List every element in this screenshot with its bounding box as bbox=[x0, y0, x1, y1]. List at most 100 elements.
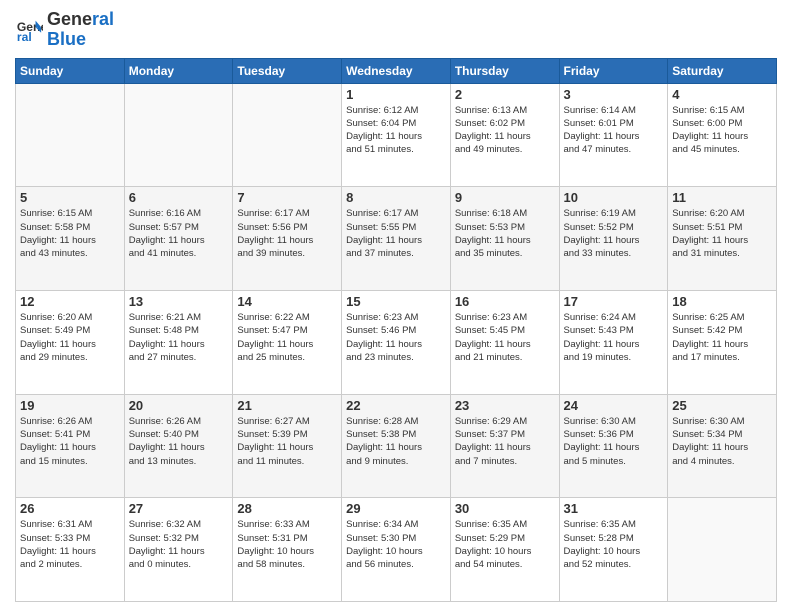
day-number: 8 bbox=[346, 190, 446, 205]
header-row: Sunday Monday Tuesday Wednesday Thursday… bbox=[16, 58, 777, 83]
day-info: Sunrise: 6:26 AM Sunset: 5:41 PM Dayligh… bbox=[20, 415, 120, 468]
day-number: 19 bbox=[20, 398, 120, 413]
calendar-cell: 23Sunrise: 6:29 AM Sunset: 5:37 PM Dayli… bbox=[450, 394, 559, 498]
day-number: 7 bbox=[237, 190, 337, 205]
day-info: Sunrise: 6:15 AM Sunset: 6:00 PM Dayligh… bbox=[672, 104, 772, 157]
calendar-cell: 18Sunrise: 6:25 AM Sunset: 5:42 PM Dayli… bbox=[668, 290, 777, 394]
day-info: Sunrise: 6:17 AM Sunset: 5:56 PM Dayligh… bbox=[237, 207, 337, 260]
calendar-cell: 10 Sunrise: 6:19 AM Sunset: 5:52 PM Dayli… bbox=[559, 187, 668, 291]
col-thursday: Thursday bbox=[450, 58, 559, 83]
calendar-cell: 27Sunrise: 6:32 AM Sunset: 5:32 PM Dayli… bbox=[124, 498, 233, 602]
day-info: Sunrise: 6:19 AM Sunset: 5:52 PM Dayligh… bbox=[564, 207, 664, 260]
day-number: 1 bbox=[346, 87, 446, 102]
calendar-cell: 29 Sunrise: 6:34 AM Sunset: 5:30 PM Dayli… bbox=[342, 498, 451, 602]
calendar-cell: 25Sunrise: 6:30 AM Sunset: 5:34 PM Dayli… bbox=[668, 394, 777, 498]
day-info: Sunrise: 6:28 AM Sunset: 5:38 PM Dayligh… bbox=[346, 415, 446, 468]
calendar-cell: 9 Sunrise: 6:18 AM Sunset: 5:53 PM Daylig… bbox=[450, 187, 559, 291]
calendar-cell: 31 Sunrise: 6:35 AM Sunset: 5:28 PM Dayli… bbox=[559, 498, 668, 602]
day-number: 13 bbox=[129, 294, 229, 309]
day-number: 5 bbox=[20, 190, 120, 205]
calendar-cell: 30 Sunrise: 6:35 AM Sunset: 5:29 PM Dayli… bbox=[450, 498, 559, 602]
calendar-cell: 4 Sunrise: 6:15 AM Sunset: 6:00 PM Daylig… bbox=[668, 83, 777, 187]
day-number: 6 bbox=[129, 190, 229, 205]
calendar-cell: 15 Sunrise: 6:23 AM Sunset: 5:46 PM Dayli… bbox=[342, 290, 451, 394]
day-info: Sunrise: 6:35 AM Sunset: 5:28 PM Dayligh… bbox=[564, 518, 664, 571]
calendar-row: 5 Sunrise: 6:15 AM Sunset: 5:58 PM Daylig… bbox=[16, 187, 777, 291]
day-number: 11 bbox=[672, 190, 772, 205]
col-saturday: Saturday bbox=[668, 58, 777, 83]
day-info: Sunrise: 6:33 AM Sunset: 5:31 PM Dayligh… bbox=[237, 518, 337, 571]
day-number: 30 bbox=[455, 501, 555, 516]
calendar-cell bbox=[16, 83, 125, 187]
day-info: Sunrise: 6:26 AM Sunset: 5:40 PM Dayligh… bbox=[129, 415, 229, 468]
calendar-cell: 6 Sunrise: 6:16 AM Sunset: 5:57 PM Daylig… bbox=[124, 187, 233, 291]
day-info: Sunrise: 6:22 AM Sunset: 5:47 PM Dayligh… bbox=[237, 311, 337, 364]
logo-icon: Gene ral bbox=[15, 16, 43, 44]
calendar-cell: 16 Sunrise: 6:23 AM Sunset: 5:45 PM Dayli… bbox=[450, 290, 559, 394]
calendar-cell: 7 Sunrise: 6:17 AM Sunset: 5:56 PM Daylig… bbox=[233, 187, 342, 291]
day-number: 17 bbox=[564, 294, 664, 309]
day-info: Sunrise: 6:20 AM Sunset: 5:49 PM Dayligh… bbox=[20, 311, 120, 364]
calendar-cell: 11Sunrise: 6:20 AM Sunset: 5:51 PM Dayli… bbox=[668, 187, 777, 291]
day-info: Sunrise: 6:16 AM Sunset: 5:57 PM Dayligh… bbox=[129, 207, 229, 260]
day-number: 22 bbox=[346, 398, 446, 413]
day-number: 10 bbox=[564, 190, 664, 205]
calendar-cell: 1 Sunrise: 6:12 AM Sunset: 6:04 PM Daylig… bbox=[342, 83, 451, 187]
day-info: Sunrise: 6:35 AM Sunset: 5:29 PM Dayligh… bbox=[455, 518, 555, 571]
header: Gene ral GeneralBlue bbox=[15, 10, 777, 50]
calendar-cell: 21Sunrise: 6:27 AM Sunset: 5:39 PM Dayli… bbox=[233, 394, 342, 498]
day-number: 14 bbox=[237, 294, 337, 309]
day-number: 25 bbox=[672, 398, 772, 413]
calendar-cell: 20 Sunrise: 6:26 AM Sunset: 5:40 PM Dayli… bbox=[124, 394, 233, 498]
calendar-cell bbox=[668, 498, 777, 602]
day-number: 18 bbox=[672, 294, 772, 309]
calendar-row: 1 Sunrise: 6:12 AM Sunset: 6:04 PM Daylig… bbox=[16, 83, 777, 187]
day-number: 26 bbox=[20, 501, 120, 516]
day-info: Sunrise: 6:34 AM Sunset: 5:30 PM Dayligh… bbox=[346, 518, 446, 571]
day-number: 27 bbox=[129, 501, 229, 516]
calendar-cell: 8 Sunrise: 6:17 AM Sunset: 5:55 PM Daylig… bbox=[342, 187, 451, 291]
calendar-cell: 2 Sunrise: 6:13 AM Sunset: 6:02 PM Daylig… bbox=[450, 83, 559, 187]
col-wednesday: Wednesday bbox=[342, 58, 451, 83]
day-info: Sunrise: 6:15 AM Sunset: 5:58 PM Dayligh… bbox=[20, 207, 120, 260]
calendar-row: 26 Sunrise: 6:31 AM Sunset: 5:33 PM Dayli… bbox=[16, 498, 777, 602]
day-info: Sunrise: 6:12 AM Sunset: 6:04 PM Dayligh… bbox=[346, 104, 446, 157]
day-number: 4 bbox=[672, 87, 772, 102]
day-info: Sunrise: 6:29 AM Sunset: 5:37 PM Dayligh… bbox=[455, 415, 555, 468]
day-number: 20 bbox=[129, 398, 229, 413]
calendar-cell: 19 Sunrise: 6:26 AM Sunset: 5:41 PM Dayli… bbox=[16, 394, 125, 498]
day-number: 31 bbox=[564, 501, 664, 516]
day-number: 12 bbox=[20, 294, 120, 309]
calendar-cell: 5 Sunrise: 6:15 AM Sunset: 5:58 PM Daylig… bbox=[16, 187, 125, 291]
day-info: Sunrise: 6:21 AM Sunset: 5:48 PM Dayligh… bbox=[129, 311, 229, 364]
calendar-cell: 24 Sunrise: 6:30 AM Sunset: 5:36 PM Dayli… bbox=[559, 394, 668, 498]
day-info: Sunrise: 6:14 AM Sunset: 6:01 PM Dayligh… bbox=[564, 104, 664, 157]
day-info: Sunrise: 6:31 AM Sunset: 5:33 PM Dayligh… bbox=[20, 518, 120, 571]
calendar-row: 12 Sunrise: 6:20 AM Sunset: 5:49 PM Dayli… bbox=[16, 290, 777, 394]
col-monday: Monday bbox=[124, 58, 233, 83]
day-number: 15 bbox=[346, 294, 446, 309]
calendar-cell: 26 Sunrise: 6:31 AM Sunset: 5:33 PM Dayli… bbox=[16, 498, 125, 602]
calendar-cell: 13 Sunrise: 6:21 AM Sunset: 5:48 PM Dayli… bbox=[124, 290, 233, 394]
calendar-cell: 12 Sunrise: 6:20 AM Sunset: 5:49 PM Dayli… bbox=[16, 290, 125, 394]
day-number: 2 bbox=[455, 87, 555, 102]
calendar-cell: 17 Sunrise: 6:24 AM Sunset: 5:43 PM Dayli… bbox=[559, 290, 668, 394]
day-number: 24 bbox=[564, 398, 664, 413]
day-number: 29 bbox=[346, 501, 446, 516]
col-tuesday: Tuesday bbox=[233, 58, 342, 83]
day-info: Sunrise: 6:24 AM Sunset: 5:43 PM Dayligh… bbox=[564, 311, 664, 364]
day-info: Sunrise: 6:23 AM Sunset: 5:46 PM Dayligh… bbox=[346, 311, 446, 364]
logo-text: GeneralBlue bbox=[47, 10, 114, 50]
day-number: 28 bbox=[237, 501, 337, 516]
calendar-row: 19 Sunrise: 6:26 AM Sunset: 5:41 PM Dayli… bbox=[16, 394, 777, 498]
logo: Gene ral GeneralBlue bbox=[15, 10, 114, 50]
day-number: 3 bbox=[564, 87, 664, 102]
calendar-cell: 28 Sunrise: 6:33 AM Sunset: 5:31 PM Dayli… bbox=[233, 498, 342, 602]
day-number: 16 bbox=[455, 294, 555, 309]
day-info: Sunrise: 6:23 AM Sunset: 5:45 PM Dayligh… bbox=[455, 311, 555, 364]
day-info: Sunrise: 6:18 AM Sunset: 5:53 PM Dayligh… bbox=[455, 207, 555, 260]
day-info: Sunrise: 6:17 AM Sunset: 5:55 PM Dayligh… bbox=[346, 207, 446, 260]
day-info: Sunrise: 6:13 AM Sunset: 6:02 PM Dayligh… bbox=[455, 104, 555, 157]
day-info: Sunrise: 6:30 AM Sunset: 5:36 PM Dayligh… bbox=[564, 415, 664, 468]
day-number: 9 bbox=[455, 190, 555, 205]
